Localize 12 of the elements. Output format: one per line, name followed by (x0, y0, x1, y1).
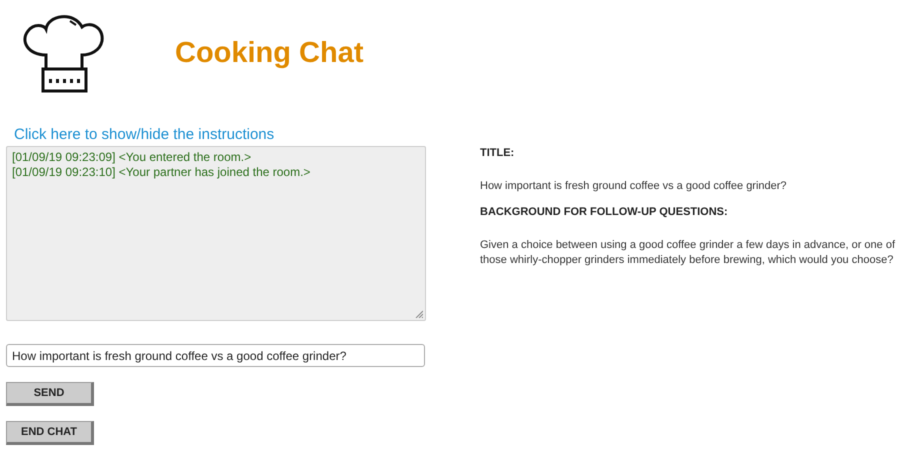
section-heading: BACKGROUND FOR FOLLOW-UP QUESTIONS: (480, 206, 729, 218)
chat-message: [01/09/19 09:23:09] <You entered the room.> (12, 150, 252, 165)
section-text: How important is fresh ground coffee vs a good coffee grinder? (480, 179, 788, 194)
section-heading: TITLE: (480, 147, 516, 159)
section-text: Given a choice between using a good coffee grinder a few days in advance, or one of those whirly-chopper grinders immediately before brewing, which would you choose? (480, 238, 896, 268)
message-input[interactable]: How important is fresh ground coffee vs a good coffee grinder? (6, 344, 425, 367)
chat-button[interactable]: END CHAT (6, 421, 94, 445)
chat-button[interactable]: SEND (6, 382, 94, 406)
app-title: Cooking Chat (175, 36, 364, 70)
resize-handle-icon[interactable] (415, 310, 423, 318)
chat-message: [01/09/19 09:23:10] <Your partner has joined the room.> (12, 165, 312, 180)
instructions-link[interactable]: Click here to show/hide the instructions (14, 126, 274, 143)
